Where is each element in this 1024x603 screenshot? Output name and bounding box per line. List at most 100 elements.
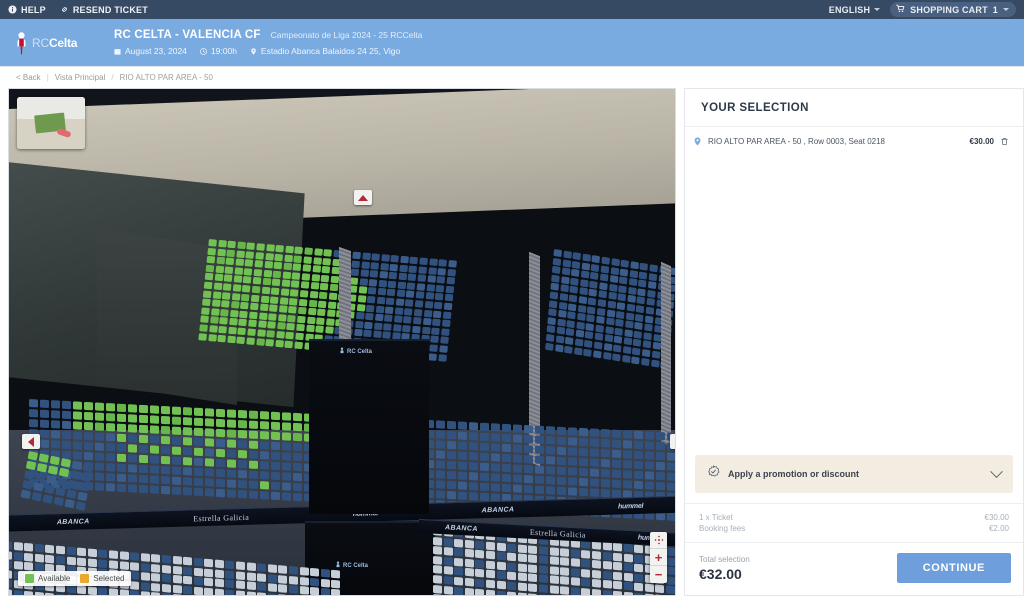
seat[interactable] (551, 274, 560, 283)
seat[interactable] (612, 459, 621, 469)
seat[interactable] (204, 587, 214, 595)
seat[interactable] (317, 308, 326, 317)
seat[interactable] (44, 484, 55, 495)
seat[interactable] (284, 340, 294, 348)
seat[interactable] (183, 427, 192, 436)
seat[interactable] (282, 462, 291, 471)
seat[interactable] (51, 440, 60, 449)
seat[interactable] (246, 562, 256, 572)
seat[interactable] (620, 259, 630, 268)
seat[interactable] (354, 320, 364, 329)
seat[interactable] (172, 476, 181, 485)
seat[interactable] (433, 546, 442, 555)
seat[interactable] (549, 291, 559, 300)
seat[interactable] (567, 311, 576, 320)
seat[interactable] (24, 552, 34, 562)
seat[interactable] (447, 430, 456, 440)
seat[interactable] (355, 312, 365, 320)
seat[interactable] (628, 278, 638, 287)
seat[interactable] (601, 256, 610, 265)
seat[interactable] (549, 556, 559, 566)
seat[interactable] (438, 353, 447, 362)
seat[interactable] (281, 279, 291, 288)
seat[interactable] (214, 588, 224, 595)
seat[interactable] (546, 476, 555, 485)
seat[interactable] (236, 561, 246, 571)
seat[interactable] (667, 482, 675, 491)
seat[interactable] (408, 265, 418, 273)
seat[interactable] (193, 586, 203, 595)
seat[interactable] (140, 591, 150, 595)
seat[interactable] (524, 474, 533, 484)
seat[interactable] (373, 322, 383, 330)
seat[interactable] (139, 444, 148, 454)
seat[interactable] (106, 473, 115, 482)
seat[interactable] (632, 347, 641, 356)
seat[interactable] (538, 565, 548, 574)
seat[interactable] (601, 458, 610, 468)
seat[interactable] (644, 583, 654, 593)
seat[interactable] (579, 278, 589, 288)
seat[interactable] (359, 277, 368, 286)
seat[interactable] (454, 538, 464, 548)
seat[interactable] (216, 418, 225, 428)
seat[interactable] (95, 482, 104, 491)
seat[interactable] (51, 430, 60, 439)
seat[interactable] (524, 434, 533, 444)
seat[interactable] (549, 565, 559, 575)
seat[interactable] (51, 410, 60, 419)
seat[interactable] (443, 302, 453, 311)
seat[interactable] (241, 293, 250, 302)
seat[interactable] (571, 268, 580, 278)
seat[interactable] (211, 299, 221, 308)
seat[interactable] (249, 311, 258, 319)
seat[interactable] (227, 479, 236, 488)
seat[interactable] (117, 443, 126, 453)
seat[interactable] (73, 451, 82, 460)
seat[interactable] (387, 280, 397, 289)
seat[interactable] (139, 414, 148, 424)
seat[interactable] (591, 569, 601, 579)
seat[interactable] (568, 302, 577, 312)
seat[interactable] (293, 472, 302, 482)
seat[interactable] (666, 566, 675, 576)
seat[interactable] (646, 298, 655, 307)
seat[interactable] (583, 348, 593, 357)
seat[interactable] (418, 265, 428, 274)
seat[interactable] (436, 470, 445, 479)
seat[interactable] (283, 262, 292, 271)
seat[interactable] (60, 458, 71, 468)
seat[interactable] (645, 431, 654, 440)
seat[interactable] (298, 298, 308, 307)
seat[interactable] (172, 456, 181, 465)
seat[interactable] (562, 250, 572, 259)
seat[interactable] (596, 307, 606, 316)
seat[interactable] (238, 439, 247, 449)
seat[interactable] (623, 582, 633, 591)
seat[interactable] (271, 441, 280, 451)
seat[interactable] (62, 420, 71, 430)
seat[interactable] (249, 470, 258, 480)
seat[interactable] (469, 492, 478, 501)
seat[interactable] (172, 555, 182, 565)
seat[interactable] (216, 448, 225, 458)
seat[interactable] (293, 422, 302, 432)
seat[interactable] (24, 590, 34, 595)
seat[interactable] (590, 438, 599, 447)
seat[interactable] (553, 249, 562, 258)
seat[interactable] (566, 319, 576, 329)
seat[interactable] (117, 413, 126, 423)
seat[interactable] (289, 297, 298, 306)
seat[interactable] (666, 585, 675, 595)
seat[interactable] (623, 430, 632, 439)
seat[interactable] (377, 288, 387, 296)
seat[interactable] (439, 336, 449, 345)
seat[interactable] (194, 487, 203, 497)
seat[interactable] (556, 326, 565, 335)
seat[interactable] (581, 587, 591, 595)
seat[interactable] (106, 453, 115, 462)
seat[interactable] (507, 591, 517, 595)
seat[interactable] (172, 594, 182, 595)
seat[interactable] (255, 251, 265, 260)
seat[interactable] (34, 553, 44, 563)
